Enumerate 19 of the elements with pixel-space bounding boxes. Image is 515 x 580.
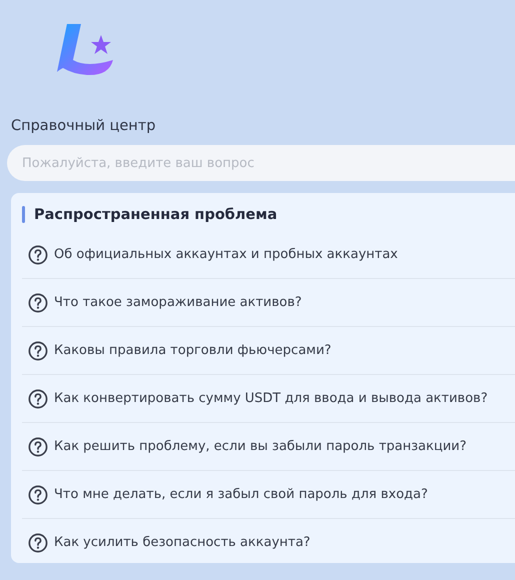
question-icon: [28, 436, 48, 456]
faq-item[interactable]: Каковы правила торговли фьючерсами?: [22, 327, 515, 375]
faq-item[interactable]: Как решить проблему, если вы забыли пароль транзакции?: [22, 423, 515, 471]
question-icon: [28, 292, 48, 312]
faq-item[interactable]: Как усилить безопасность аккаунта?: [22, 519, 515, 566]
search-field[interactable]: Пожалуйста, введите ваш вопрос: [7, 145, 515, 181]
faq-item[interactable]: Что мне делать, если я забыл свой пароль для входа?: [22, 471, 515, 519]
page-title: Справочный центр: [11, 117, 157, 136]
faq-item[interactable]: Что такое замораживание активов?: [22, 279, 515, 327]
question-icon: [28, 244, 48, 264]
question-icon: [28, 340, 48, 360]
question-icon: [28, 484, 48, 504]
faq-item[interactable]: Об официальных аккаунтах и пробных аккаунтах: [22, 231, 515, 279]
faq-item[interactable]: Как конвертировать сумму USDT для ввода и вывода активов?: [22, 375, 515, 423]
question-icon: [28, 388, 48, 408]
section-heading: Распространенная проблема: [34, 206, 278, 222]
question-icon: [28, 532, 48, 552]
accent-bar: [22, 206, 25, 223]
logo-icon: [57, 22, 115, 76]
